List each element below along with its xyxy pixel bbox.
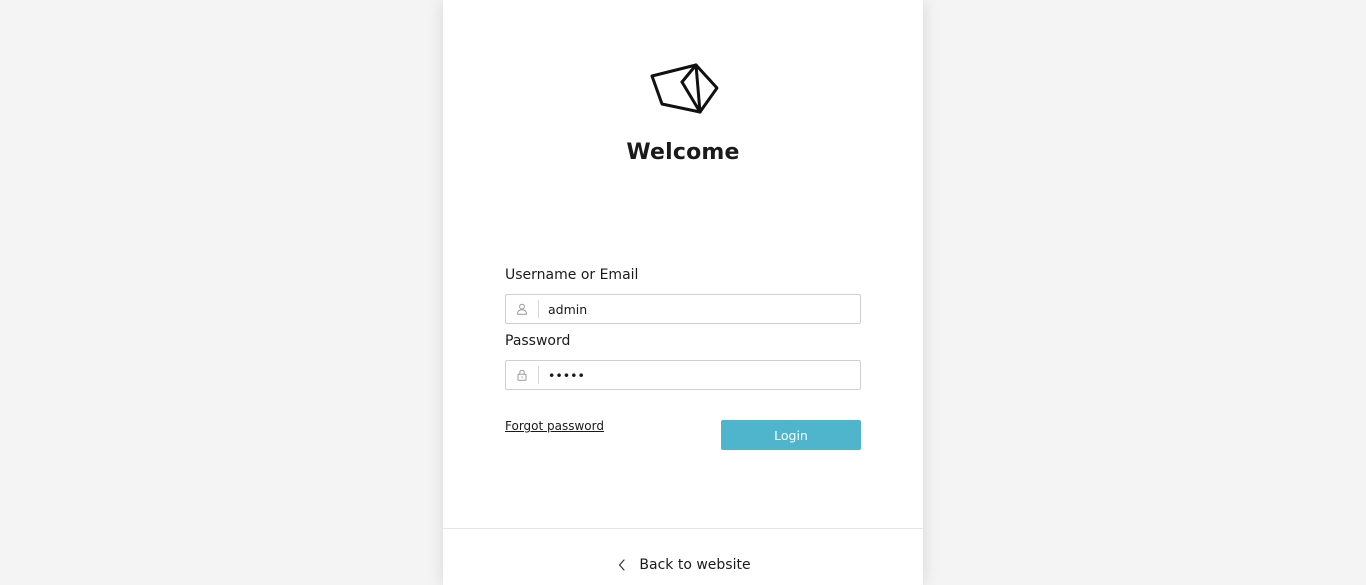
login-button[interactable]: Login (721, 420, 861, 450)
username-input[interactable] (548, 295, 848, 323)
back-to-website-label: Back to website (639, 557, 751, 573)
user-icon (506, 295, 538, 323)
login-card: Welcome Username or Email Password (443, 0, 923, 585)
page-title: Welcome (626, 140, 740, 165)
chevron-left-icon (615, 558, 629, 572)
username-label: Username or Email (505, 267, 639, 283)
field-separator (538, 300, 539, 318)
field-separator (538, 366, 539, 384)
password-input[interactable] (548, 361, 848, 389)
footer-divider (443, 528, 923, 529)
paper-plane-logo-icon (650, 63, 719, 114)
password-label: Password (505, 333, 571, 349)
forgot-password-link[interactable]: Forgot password (505, 419, 604, 433)
username-field[interactable] (505, 294, 861, 324)
password-field[interactable] (505, 360, 861, 390)
back-to-website-link[interactable]: Back to website (443, 557, 923, 573)
lock-icon (506, 361, 538, 389)
